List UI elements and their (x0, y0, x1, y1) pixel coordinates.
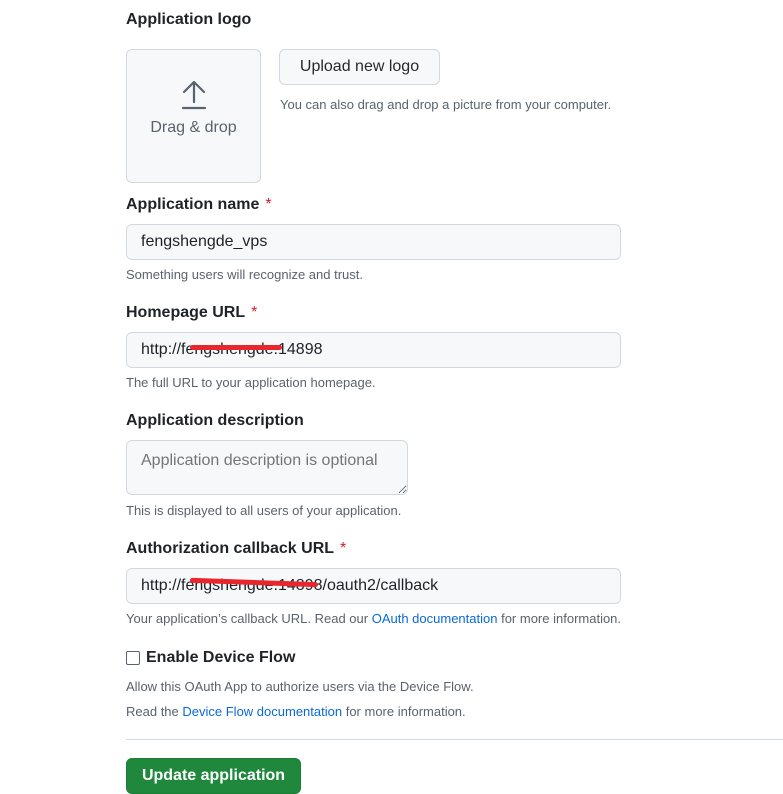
app-name-input[interactable]: fengshengde_vps (126, 224, 621, 260)
callback-label-text: Authorization callback URL (126, 540, 335, 557)
required-mark: * (265, 196, 272, 213)
callback-hint-text: Your application’s callback URL. Read ou… (126, 611, 369, 626)
device-flow-docs-suffix: for more information. (345, 704, 466, 719)
app-name-value: fengshengde_vps (141, 233, 268, 250)
required-mark: * (251, 304, 258, 321)
description-textarea[interactable] (126, 440, 408, 495)
upload-arrow-icon (181, 80, 207, 110)
oauth-documentation-link[interactable]: OAuth documentation (372, 611, 498, 626)
description-label: Application description (126, 412, 304, 429)
upload-hint: You can also drag and drop a picture fro… (280, 97, 612, 112)
description-hint: This is displayed to all users of your a… (126, 503, 402, 518)
device-flow-documentation-link[interactable]: Device Flow documentation (182, 704, 342, 719)
device-flow-label[interactable]: Enable Device Flow (146, 649, 295, 667)
app-name-label: Application name * (126, 196, 272, 214)
dropzone-label: Drag & drop (150, 119, 237, 136)
app-name-hint: Something users will recognize and trust… (126, 267, 364, 282)
logo-heading: Application logo (126, 11, 252, 28)
homepage-url-value: http://fengshengde:14898 (141, 341, 323, 359)
logo-dropzone[interactable]: Drag & drop (126, 49, 261, 183)
device-flow-hint: Allow this OAuth App to authorize users … (126, 679, 474, 694)
update-application-button[interactable]: Update application (126, 758, 301, 794)
upload-logo-button[interactable]: Upload new logo (279, 49, 440, 85)
device-flow-option: Enable Device Flow (126, 649, 295, 667)
callback-hint-suffix: for more information. (501, 611, 622, 626)
callback-url-input[interactable]: http://fengshengde:14898/oauth2/callback (126, 568, 621, 604)
homepage-url-input[interactable]: http://fengshengde:14898 (126, 332, 621, 368)
homepage-label-text: Homepage URL (126, 304, 246, 321)
homepage-label: Homepage URL * (126, 304, 257, 322)
required-mark: * (340, 540, 347, 557)
device-flow-docs-hint: Read the Device Flow documentation for m… (126, 704, 466, 719)
app-name-label-text: Application name (126, 196, 260, 213)
device-flow-checkbox[interactable] (126, 651, 140, 665)
callback-hint: Your application’s callback URL. Read ou… (126, 611, 621, 626)
divider (126, 739, 783, 740)
redaction-mark (190, 345, 282, 350)
callback-label: Authorization callback URL * (126, 540, 346, 558)
homepage-hint: The full URL to your application homepag… (126, 375, 376, 390)
device-flow-docs-prefix: Read the (126, 704, 179, 719)
